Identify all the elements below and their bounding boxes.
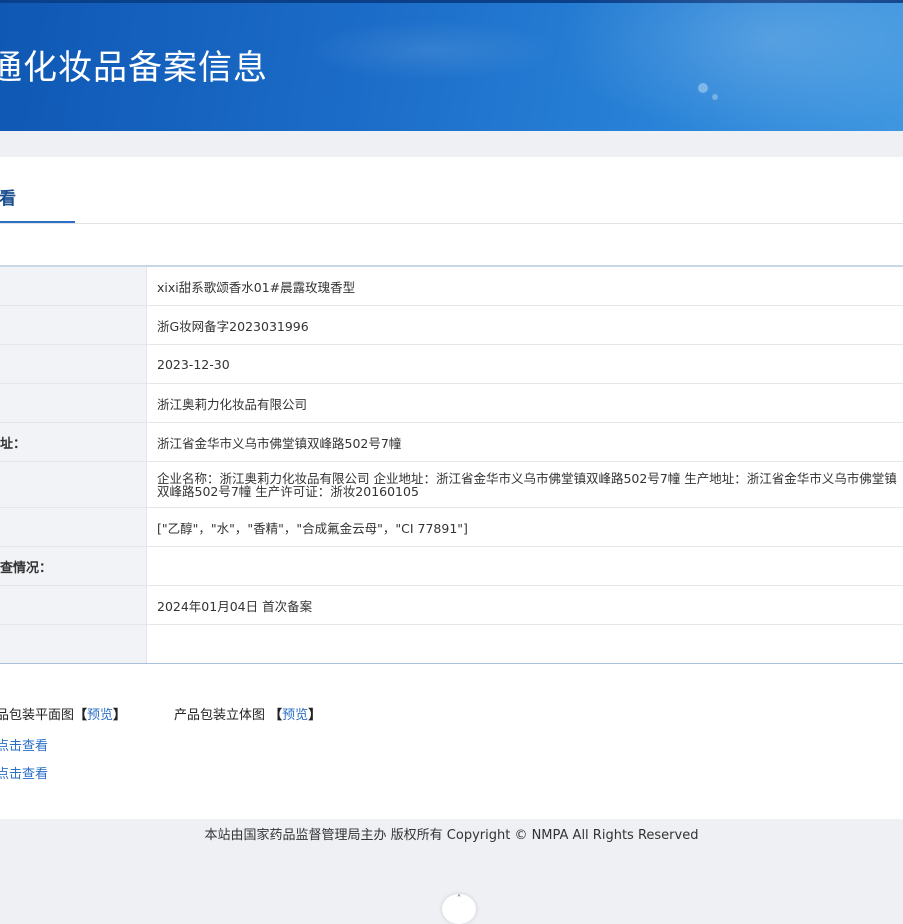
table-row xyxy=(0,625,903,663)
table-row: 浙江奥莉力化妆品有限公司 xyxy=(0,384,903,423)
content-panel: 查看 xixi甜系歌颂香水01#晨露玫瑰香型浙G妆网备字2023031996 20… xyxy=(0,157,903,819)
chevron-up-icon: ˄ xyxy=(456,894,462,905)
flat-open-bracket: 【 xyxy=(74,708,88,723)
row-value: ["乙醇"，"水"，"香精"，"合成氟金云母"，"CI 77891"] xyxy=(157,520,468,536)
tab-view[interactable]: 查看 xyxy=(0,184,16,209)
row-label xyxy=(0,306,147,344)
table-row: ["乙醇"，"水"，"香精"，"合成氟金云母"，"CI 77891"] xyxy=(0,508,903,547)
footer-copyright: 本站由国家药品监督管理局主办 版权所有 Copyright © NMPA All… xyxy=(204,828,699,843)
solid-image-label: 产品包装立体图 xyxy=(174,708,266,723)
row-label xyxy=(0,508,147,546)
table-row: 址： 浙江省金华市义乌市佛堂镇双峰路502号7幢 xyxy=(0,423,903,462)
solid-close-bracket: 】 xyxy=(308,708,322,723)
banner-glow xyxy=(560,0,903,131)
row-value: 2023-12-30 xyxy=(157,356,230,372)
row-value: 2024年01月04日 首次备案 xyxy=(157,598,313,614)
row-value xyxy=(147,625,903,663)
header-banner: 通化妆品备案信息 xyxy=(0,0,903,131)
row-value xyxy=(147,547,903,585)
row-label xyxy=(0,384,147,422)
banner-dot-small xyxy=(712,94,718,100)
row-label xyxy=(0,586,147,624)
row-label: 址： xyxy=(0,423,147,461)
solid-open-bracket: 【 xyxy=(269,708,283,723)
tab-bar: 查看 xyxy=(0,157,903,224)
banner-dot xyxy=(698,83,708,93)
flat-image-entry: 品包装平面图【预览】 xyxy=(0,704,126,723)
row-label xyxy=(0,267,147,305)
table-row: 企业名称：浙江奥莉力化妆品有限公司 企业地址：浙江省金华市义乌市佛堂镇双峰路50… xyxy=(0,462,903,508)
tab-active-indicator xyxy=(0,221,75,223)
scroll-top-button[interactable]: ˄ xyxy=(442,894,476,924)
table-row: 2023-12-30 xyxy=(0,345,903,384)
flat-preview-link[interactable]: 预览 xyxy=(87,708,113,723)
row-label xyxy=(0,462,147,507)
row-value: 浙G妆网备字2023031996 xyxy=(157,318,309,334)
click-view-link-2[interactable]: 点击查看 xyxy=(0,763,48,782)
table-row: 2024年01月04日 首次备案 xyxy=(0,586,903,625)
table-row: xixi甜系歌颂香水01#晨露玫瑰香型 xyxy=(0,267,903,306)
flat-image-label: 品包装平面图 xyxy=(0,708,75,723)
flat-close-bracket: 】 xyxy=(113,708,127,723)
row-label xyxy=(0,625,147,663)
solid-image-entry: 产品包装立体图 【预览】 xyxy=(174,704,321,723)
row-label xyxy=(0,345,147,383)
row-value: 浙江省金华市义乌市佛堂镇双峰路502号7幢 xyxy=(157,435,402,451)
solid-preview-link[interactable]: 预览 xyxy=(282,708,308,723)
row-value: 企业名称：浙江奥莉力化妆品有限公司 企业地址：浙江省金华市义乌市佛堂镇双峰路50… xyxy=(157,470,897,499)
info-table: xixi甜系歌颂香水01#晨露玫瑰香型 浙G妆网备字2023031996 2023-… xyxy=(0,265,903,664)
click-view-link[interactable]: 点击查看 xyxy=(0,735,48,754)
banner-glow-secondary xyxy=(300,20,560,80)
row-label: 查情况： xyxy=(0,547,147,585)
table-row: 查情况： xyxy=(0,547,903,586)
row-value: 浙江奥莉力化妆品有限公司 xyxy=(157,396,308,412)
row-value: xixi甜系歌颂香水01#晨露玫瑰香型 xyxy=(157,279,356,295)
page-title: 通化妆品备案信息 xyxy=(0,48,268,88)
table-row: 浙G妆网备字2023031996 xyxy=(0,306,903,345)
